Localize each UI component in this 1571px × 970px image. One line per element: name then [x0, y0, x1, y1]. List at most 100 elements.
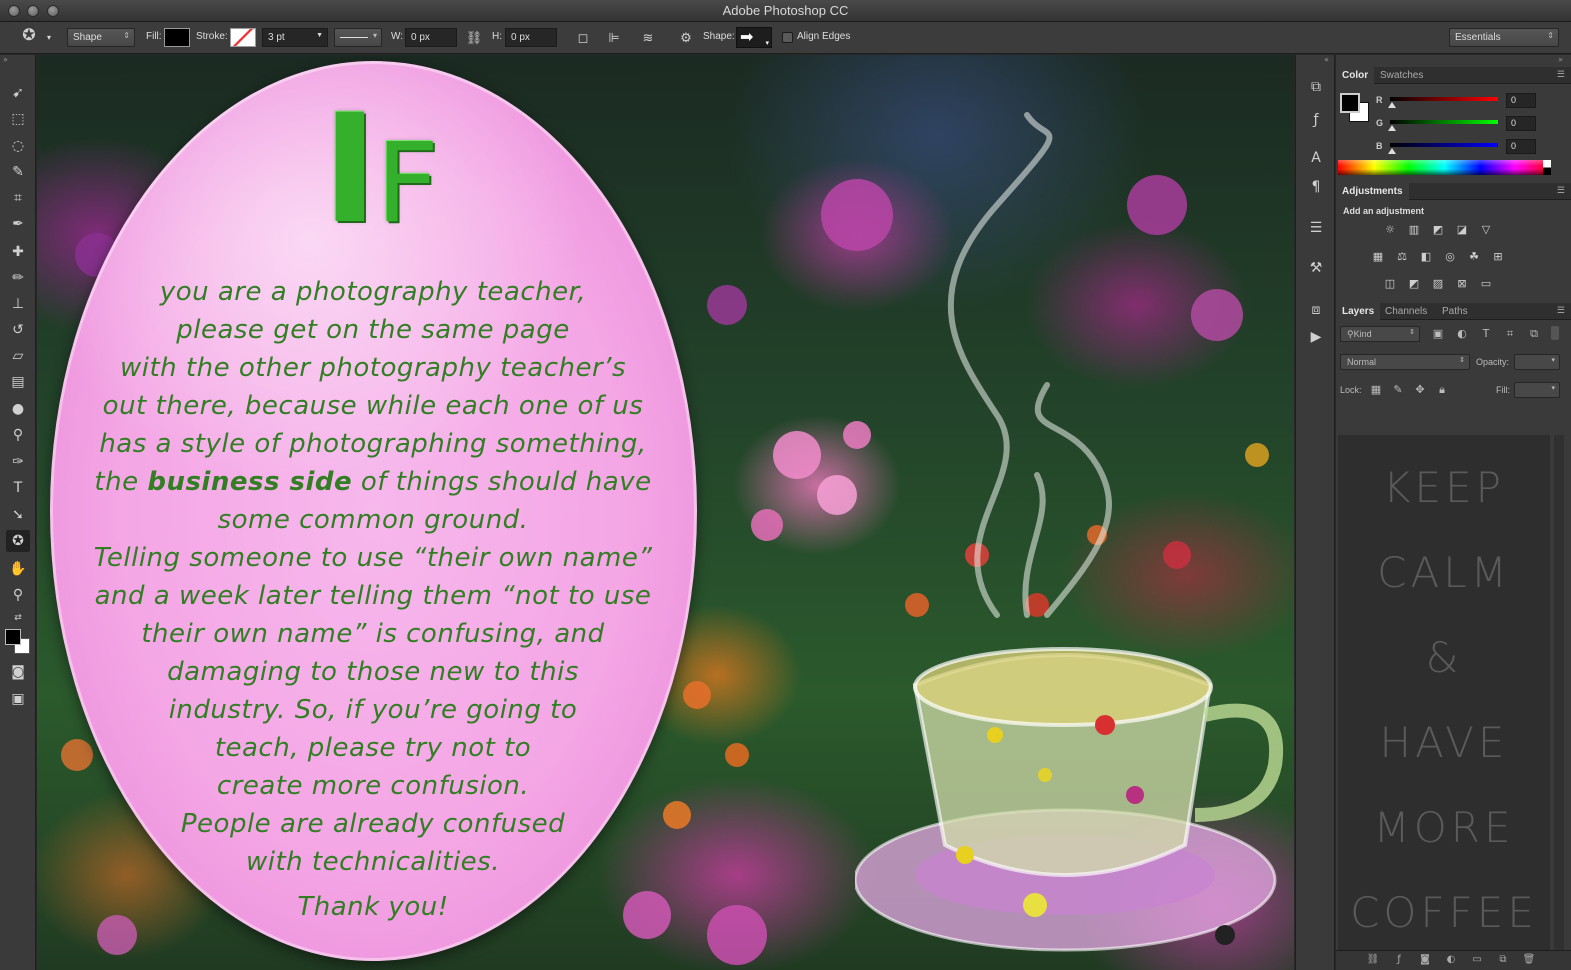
workspace-select[interactable]: Essentials ⇕	[1449, 28, 1559, 47]
lock-position-icon[interactable]: ✥	[1413, 383, 1427, 397]
blend-mode-select[interactable]: Normal ⇕	[1340, 354, 1470, 370]
actions-play-icon[interactable]: ▶	[1306, 327, 1326, 347]
fill-field[interactable]: ▾	[1514, 382, 1560, 398]
expand-panel-icon[interactable]: »	[1558, 55, 1563, 64]
panel-menu-icon[interactable]: ☰	[1557, 69, 1565, 80]
tab-color[interactable]: Color	[1336, 67, 1375, 84]
chevron-down-icon[interactable]: ▾	[47, 33, 51, 42]
lock-image-pixels-icon[interactable]: ✎	[1391, 383, 1405, 397]
custom-shape-tool-preset-icon[interactable]: ✪	[20, 27, 38, 45]
foreground-color-swatch[interactable]	[5, 629, 21, 645]
hue-saturation-icon[interactable]: ▦	[1370, 250, 1386, 264]
fill-swatch[interactable]	[164, 28, 190, 47]
foreground-color-chip[interactable]	[1340, 93, 1360, 113]
eyedropper-tool-icon[interactable]: ✒	[6, 213, 30, 235]
link-layers-icon[interactable]: ⛓	[1366, 954, 1380, 968]
layers-list[interactable]: KEEP CALM & HAVE MORE COFFEE	[1338, 435, 1550, 955]
marquee-tool-icon[interactable]: ⬚	[6, 108, 30, 130]
color-balance-icon[interactable]: ⚖	[1394, 250, 1410, 264]
add-mask-icon[interactable]: ◙	[1418, 954, 1432, 968]
crop-tool-icon[interactable]: ⌗	[6, 187, 30, 209]
properties-panel-icon[interactable]: ☰	[1306, 218, 1326, 238]
selective-color-icon[interactable]: ⊠	[1454, 277, 1470, 291]
tab-paths[interactable]: Paths	[1436, 303, 1474, 320]
panel-menu-icon[interactable]: ☰	[1557, 185, 1565, 196]
history-panel-icon[interactable]: ⧉	[1306, 77, 1326, 97]
new-adjustment-layer-icon[interactable]: ◐	[1444, 954, 1458, 968]
blue-knob[interactable]	[1388, 148, 1396, 154]
quick-selection-tool-icon[interactable]: ✎	[6, 161, 30, 183]
levels-icon[interactable]: ▥	[1406, 223, 1422, 237]
align-edges-checkbox[interactable]	[782, 32, 793, 43]
zoom-tool-icon[interactable]: ⚲	[6, 584, 30, 606]
tab-adjustments[interactable]: Adjustments	[1336, 183, 1409, 200]
gear-icon[interactable]: ⚙	[677, 29, 695, 47]
exposure-icon[interactable]: ◪	[1454, 223, 1470, 237]
collapse-panel-icon[interactable]: «	[1324, 55, 1329, 64]
trash-icon[interactable]: 🗑︎	[1522, 954, 1536, 968]
brush-tool-icon[interactable]: ✏	[6, 267, 30, 289]
vibrance-icon[interactable]: ▽	[1478, 223, 1494, 237]
tab-channels[interactable]: Channels	[1379, 303, 1433, 320]
blue-track[interactable]	[1390, 143, 1498, 147]
tab-swatches[interactable]: Swatches	[1374, 67, 1429, 84]
color-spectrum-bar[interactable]	[1338, 160, 1551, 175]
invert-icon[interactable]: ◫	[1382, 277, 1398, 291]
filter-toggle[interactable]	[1551, 326, 1559, 340]
lasso-tool-icon[interactable]: ◌	[6, 135, 30, 157]
channel-mixer-icon[interactable]: ☘	[1466, 250, 1482, 264]
color-lookup-icon[interactable]: ⊞	[1490, 250, 1506, 264]
stroke-width-field[interactable]: 3 pt ▼	[262, 28, 328, 47]
layers-scrollbar[interactable]	[1554, 435, 1564, 950]
new-group-icon[interactable]: ▭	[1470, 954, 1484, 968]
new-layer-icon[interactable]: ⧉	[1496, 954, 1510, 968]
link-icon[interactable]: ⛓	[465, 29, 483, 47]
stroke-type-select[interactable]: ▾	[334, 28, 382, 47]
curves-icon[interactable]: ◩	[1430, 223, 1446, 237]
filter-adjustment-icon[interactable]: ◐	[1455, 327, 1469, 341]
filter-smart-object-icon[interactable]: ⧉	[1527, 327, 1541, 341]
screen-mode-icon[interactable]: ▣	[6, 688, 30, 710]
lock-all-icon[interactable]: 🔒︎	[1435, 383, 1449, 397]
threshold-icon[interactable]: ▨	[1430, 277, 1446, 291]
document-canvas[interactable]: IF you are a photography teacher, please…	[37, 55, 1294, 970]
filter-type-icon[interactable]: T	[1479, 327, 1493, 341]
stroke-swatch[interactable]	[230, 28, 256, 47]
styles-panel-icon[interactable]: ƒ	[1306, 110, 1326, 130]
quick-mask-icon[interactable]: ◙	[6, 661, 30, 683]
opacity-field[interactable]: ▾	[1514, 354, 1560, 370]
photo-filter-icon[interactable]: ◎	[1442, 250, 1458, 264]
type-tool-icon[interactable]: T	[6, 477, 30, 499]
lock-transparent-pixels-icon[interactable]: ▦	[1369, 383, 1383, 397]
shape-picker[interactable]: ➡ ▾	[736, 27, 772, 48]
blur-tool-icon[interactable]: ●	[6, 398, 30, 420]
dodge-tool-icon[interactable]: ⚲	[6, 424, 30, 446]
brightness-contrast-icon[interactable]: ☼	[1382, 223, 1398, 237]
gradient-tool-icon[interactable]: ▤	[6, 371, 30, 393]
paragraph-panel-icon[interactable]: ¶	[1306, 177, 1326, 197]
layer-style-icon[interactable]: ƒ	[1392, 954, 1406, 968]
hand-tool-icon[interactable]: ✋	[6, 558, 30, 580]
path-arrangement-icon[interactable]: ≋	[639, 29, 657, 47]
black-white-chips[interactable]	[1543, 160, 1551, 175]
eraser-tool-icon[interactable]: ▱	[6, 345, 30, 367]
posterize-icon[interactable]: ◩	[1406, 277, 1422, 291]
history-brush-tool-icon[interactable]: ↺	[6, 319, 30, 341]
clone-stamp-tool-icon[interactable]: ⊥	[6, 293, 30, 315]
filter-pixel-icon[interactable]: ▣	[1431, 327, 1445, 341]
tab-layers[interactable]: Layers	[1336, 303, 1381, 320]
red-track[interactable]	[1390, 97, 1498, 101]
expand-panel-icon[interactable]: »	[3, 55, 8, 64]
path-alignment-icon[interactable]: ⊫	[605, 29, 623, 47]
pen-tool-icon[interactable]: ✑	[6, 451, 30, 473]
height-field[interactable]: 0 px	[505, 28, 557, 47]
filter-shape-icon[interactable]: ⌗	[1503, 327, 1517, 341]
blue-value-field[interactable]: 0	[1506, 139, 1536, 154]
healing-brush-tool-icon[interactable]: ✚	[6, 241, 30, 263]
green-track[interactable]	[1390, 120, 1498, 124]
move-tool-icon[interactable]: ➹	[6, 82, 30, 104]
layer-filter-kind-select[interactable]: ⚲Kind ⇕	[1340, 326, 1420, 342]
panel-menu-icon[interactable]: ☰	[1557, 305, 1565, 316]
gradient-map-icon[interactable]: ▭	[1478, 277, 1494, 291]
swap-colors-icon[interactable]: ⇄	[6, 607, 30, 629]
